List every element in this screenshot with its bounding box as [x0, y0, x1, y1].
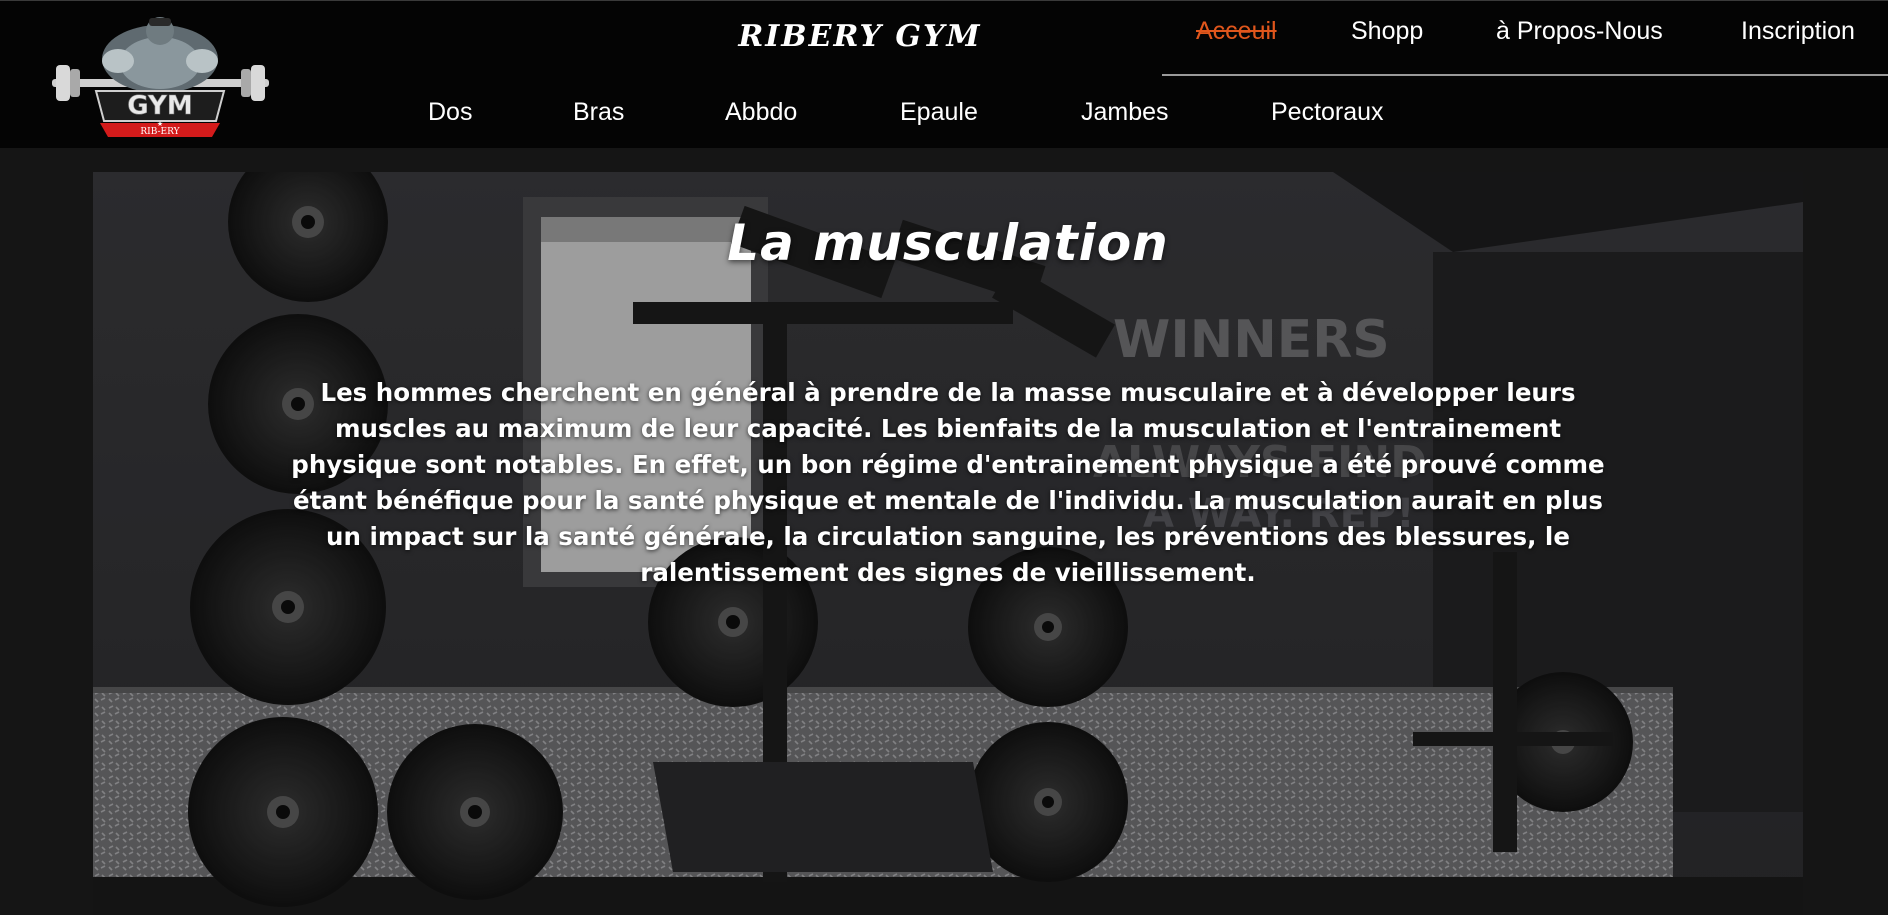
nav-link-inscription[interactable]: Inscription [1741, 17, 1855, 46]
sub-nav-epaule[interactable]: Epaule [900, 98, 978, 127]
nav-link-acceuil[interactable]: Acceuil [1196, 17, 1277, 46]
nav-link-shopp[interactable]: Shopp [1351, 17, 1423, 46]
sub-nav-jambes[interactable]: Jambes [1081, 98, 1169, 127]
site-header: GYM RIB-ERY ★ RIBERY GYM Acceuil Shopp à… [0, 0, 1888, 148]
hero-title: La musculation [727, 214, 1169, 272]
logo-ribbon-text: RIB-ERY [140, 127, 180, 137]
sub-nav-dos[interactable]: Dos [428, 98, 472, 127]
sub-nav-bras[interactable]: Bras [573, 98, 624, 127]
hero-description: Les hommes cherchent en général à prendr… [291, 378, 1605, 587]
sub-nav-abbdo[interactable]: Abbdo [725, 98, 797, 127]
hero-banner: WINNERS ALWAYS FIND A WAY. REP! La muscu… [93, 172, 1803, 915]
svg-text:★: ★ [157, 120, 163, 128]
top-navigation: Acceuil Shopp à Propos-Nous Inscription [1162, 1, 1888, 76]
sub-nav-pectoraux[interactable]: Pectoraux [1271, 98, 1384, 127]
page-margin [1803, 148, 1888, 915]
nav-link-a-propos[interactable]: à Propos-Nous [1496, 17, 1663, 46]
site-title: RIBERY GYM [738, 19, 982, 54]
gym-logo[interactable]: GYM RIB-ERY ★ [48, 13, 273, 138]
logo-text: GYM [127, 91, 192, 121]
